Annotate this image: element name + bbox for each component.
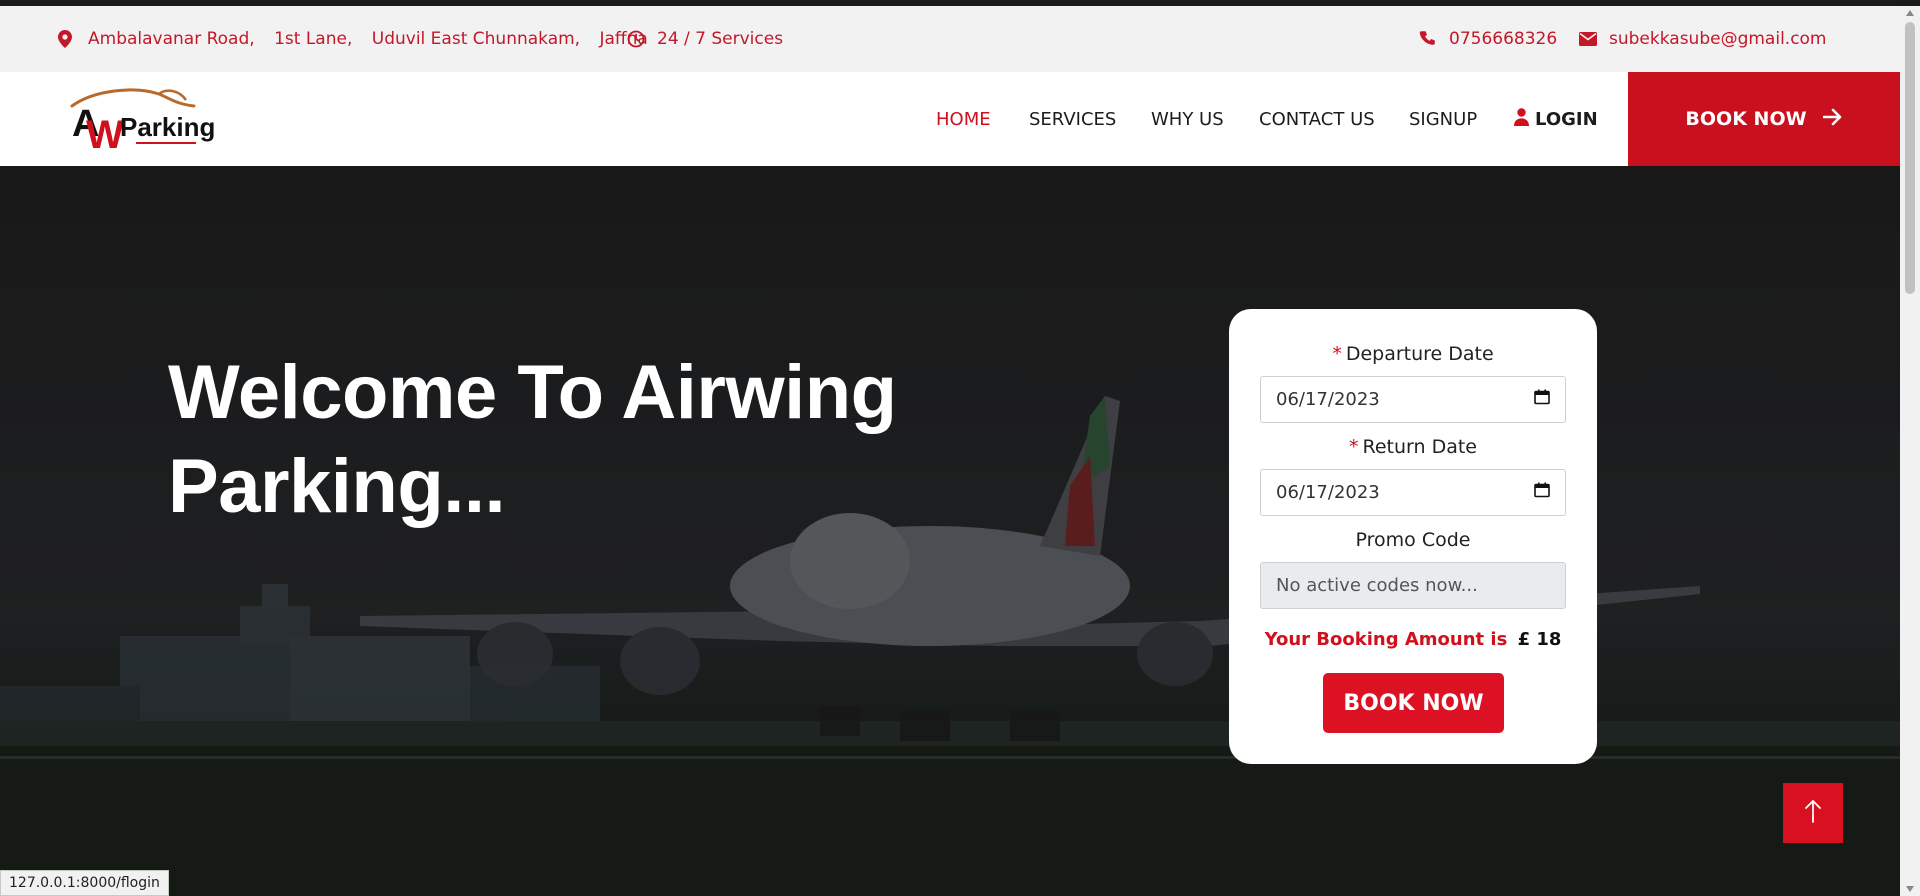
booking-amount-value: £ 18	[1517, 629, 1562, 650]
booking-form-card: * Departure Date 06/17/2023 * Return Date …	[1229, 309, 1597, 764]
phone-icon	[1419, 30, 1437, 48]
email-contact[interactable]: subekkasube@gmail.com	[1579, 6, 1827, 72]
header-book-now-button[interactable]: BOOK NOW	[1628, 72, 1900, 166]
calendar-icon[interactable]	[1534, 482, 1550, 503]
header-book-now-label: BOOK NOW	[1685, 108, 1807, 130]
nav-contact-us[interactable]: CONTACT US	[1259, 109, 1375, 130]
top-info-bar: Ambalavanar Road, 1st Lane, Uduvil East …	[0, 6, 1900, 72]
user-icon	[1514, 107, 1529, 131]
hero-title: Welcome To Airwing Parking...	[168, 346, 968, 534]
phone-number[interactable]: 0756668326	[1449, 29, 1557, 49]
clock-icon	[627, 30, 645, 48]
hero-title-line1: Welcome To Airwing	[168, 350, 897, 435]
scrollbar-thumb[interactable]	[1905, 22, 1915, 294]
return-date-input[interactable]: 06/17/2023	[1260, 469, 1566, 516]
scrollbar-down-arrow[interactable]	[1906, 886, 1914, 892]
address: Ambalavanar Road, 1st Lane, Uduvil East …	[58, 6, 648, 72]
return-date-value: 06/17/2023	[1276, 482, 1380, 503]
nav-login-label: LOGIN	[1535, 108, 1598, 130]
scroll-to-top-button[interactable]	[1783, 783, 1843, 843]
nav-signup[interactable]: SIGNUP	[1409, 109, 1477, 130]
phone-contact[interactable]: 0756668326	[1419, 6, 1557, 72]
email-address[interactable]: subekkasube@gmail.com	[1609, 29, 1827, 49]
return-date-label: * Return Date	[1348, 436, 1477, 458]
arrow-up-icon	[1804, 799, 1822, 827]
promo-code-placeholder: No active codes now...	[1276, 575, 1478, 596]
service-hours: 24 / 7 Services	[627, 6, 783, 72]
envelope-icon	[1579, 32, 1597, 46]
calendar-icon[interactable]	[1534, 389, 1550, 410]
booking-amount-label: Your Booking Amount is	[1264, 629, 1508, 650]
main-nav: HOME SERVICES WHY US CONTACT US SIGNUP L…	[0, 72, 1628, 166]
promo-code-input: No active codes now...	[1260, 562, 1566, 609]
hero-title-line2: Parking...	[168, 444, 506, 529]
address-street: Ambalavanar Road,	[88, 29, 255, 49]
nav-home[interactable]: HOME	[936, 109, 991, 130]
address-lane: 1st Lane,	[274, 29, 353, 49]
map-marker-icon	[58, 30, 72, 48]
page-scrollbar[interactable]	[1900, 6, 1920, 896]
browser-status-url: 127.0.0.1:8000/flogin	[0, 870, 169, 896]
booking-amount: Your Booking Amount is £ 18	[1229, 629, 1597, 650]
scrollbar-up-arrow[interactable]	[1906, 10, 1914, 16]
book-now-button[interactable]: BOOK NOW	[1323, 673, 1504, 733]
required-marker: *	[1348, 436, 1359, 458]
nav-why-us[interactable]: WHY US	[1151, 109, 1224, 130]
nav-login[interactable]: LOGIN	[1514, 107, 1598, 131]
service-hours-text: 24 / 7 Services	[657, 29, 784, 49]
departure-date-value: 06/17/2023	[1276, 389, 1380, 410]
address-area: Uduvil East Chunnakam,	[371, 29, 581, 49]
promo-code-label: Promo Code	[1355, 529, 1471, 551]
departure-date-label: * Departure Date	[1332, 343, 1494, 365]
arrow-right-icon	[1822, 108, 1843, 131]
nav-services[interactable]: SERVICES	[1029, 109, 1116, 130]
hero-section: Welcome To Airwing Parking...	[0, 166, 1900, 896]
main-header: A W Parking HOME SERVICES WHY US CONTACT…	[0, 72, 1900, 166]
required-marker: *	[1332, 343, 1342, 365]
departure-date-input[interactable]: 06/17/2023	[1260, 376, 1566, 423]
